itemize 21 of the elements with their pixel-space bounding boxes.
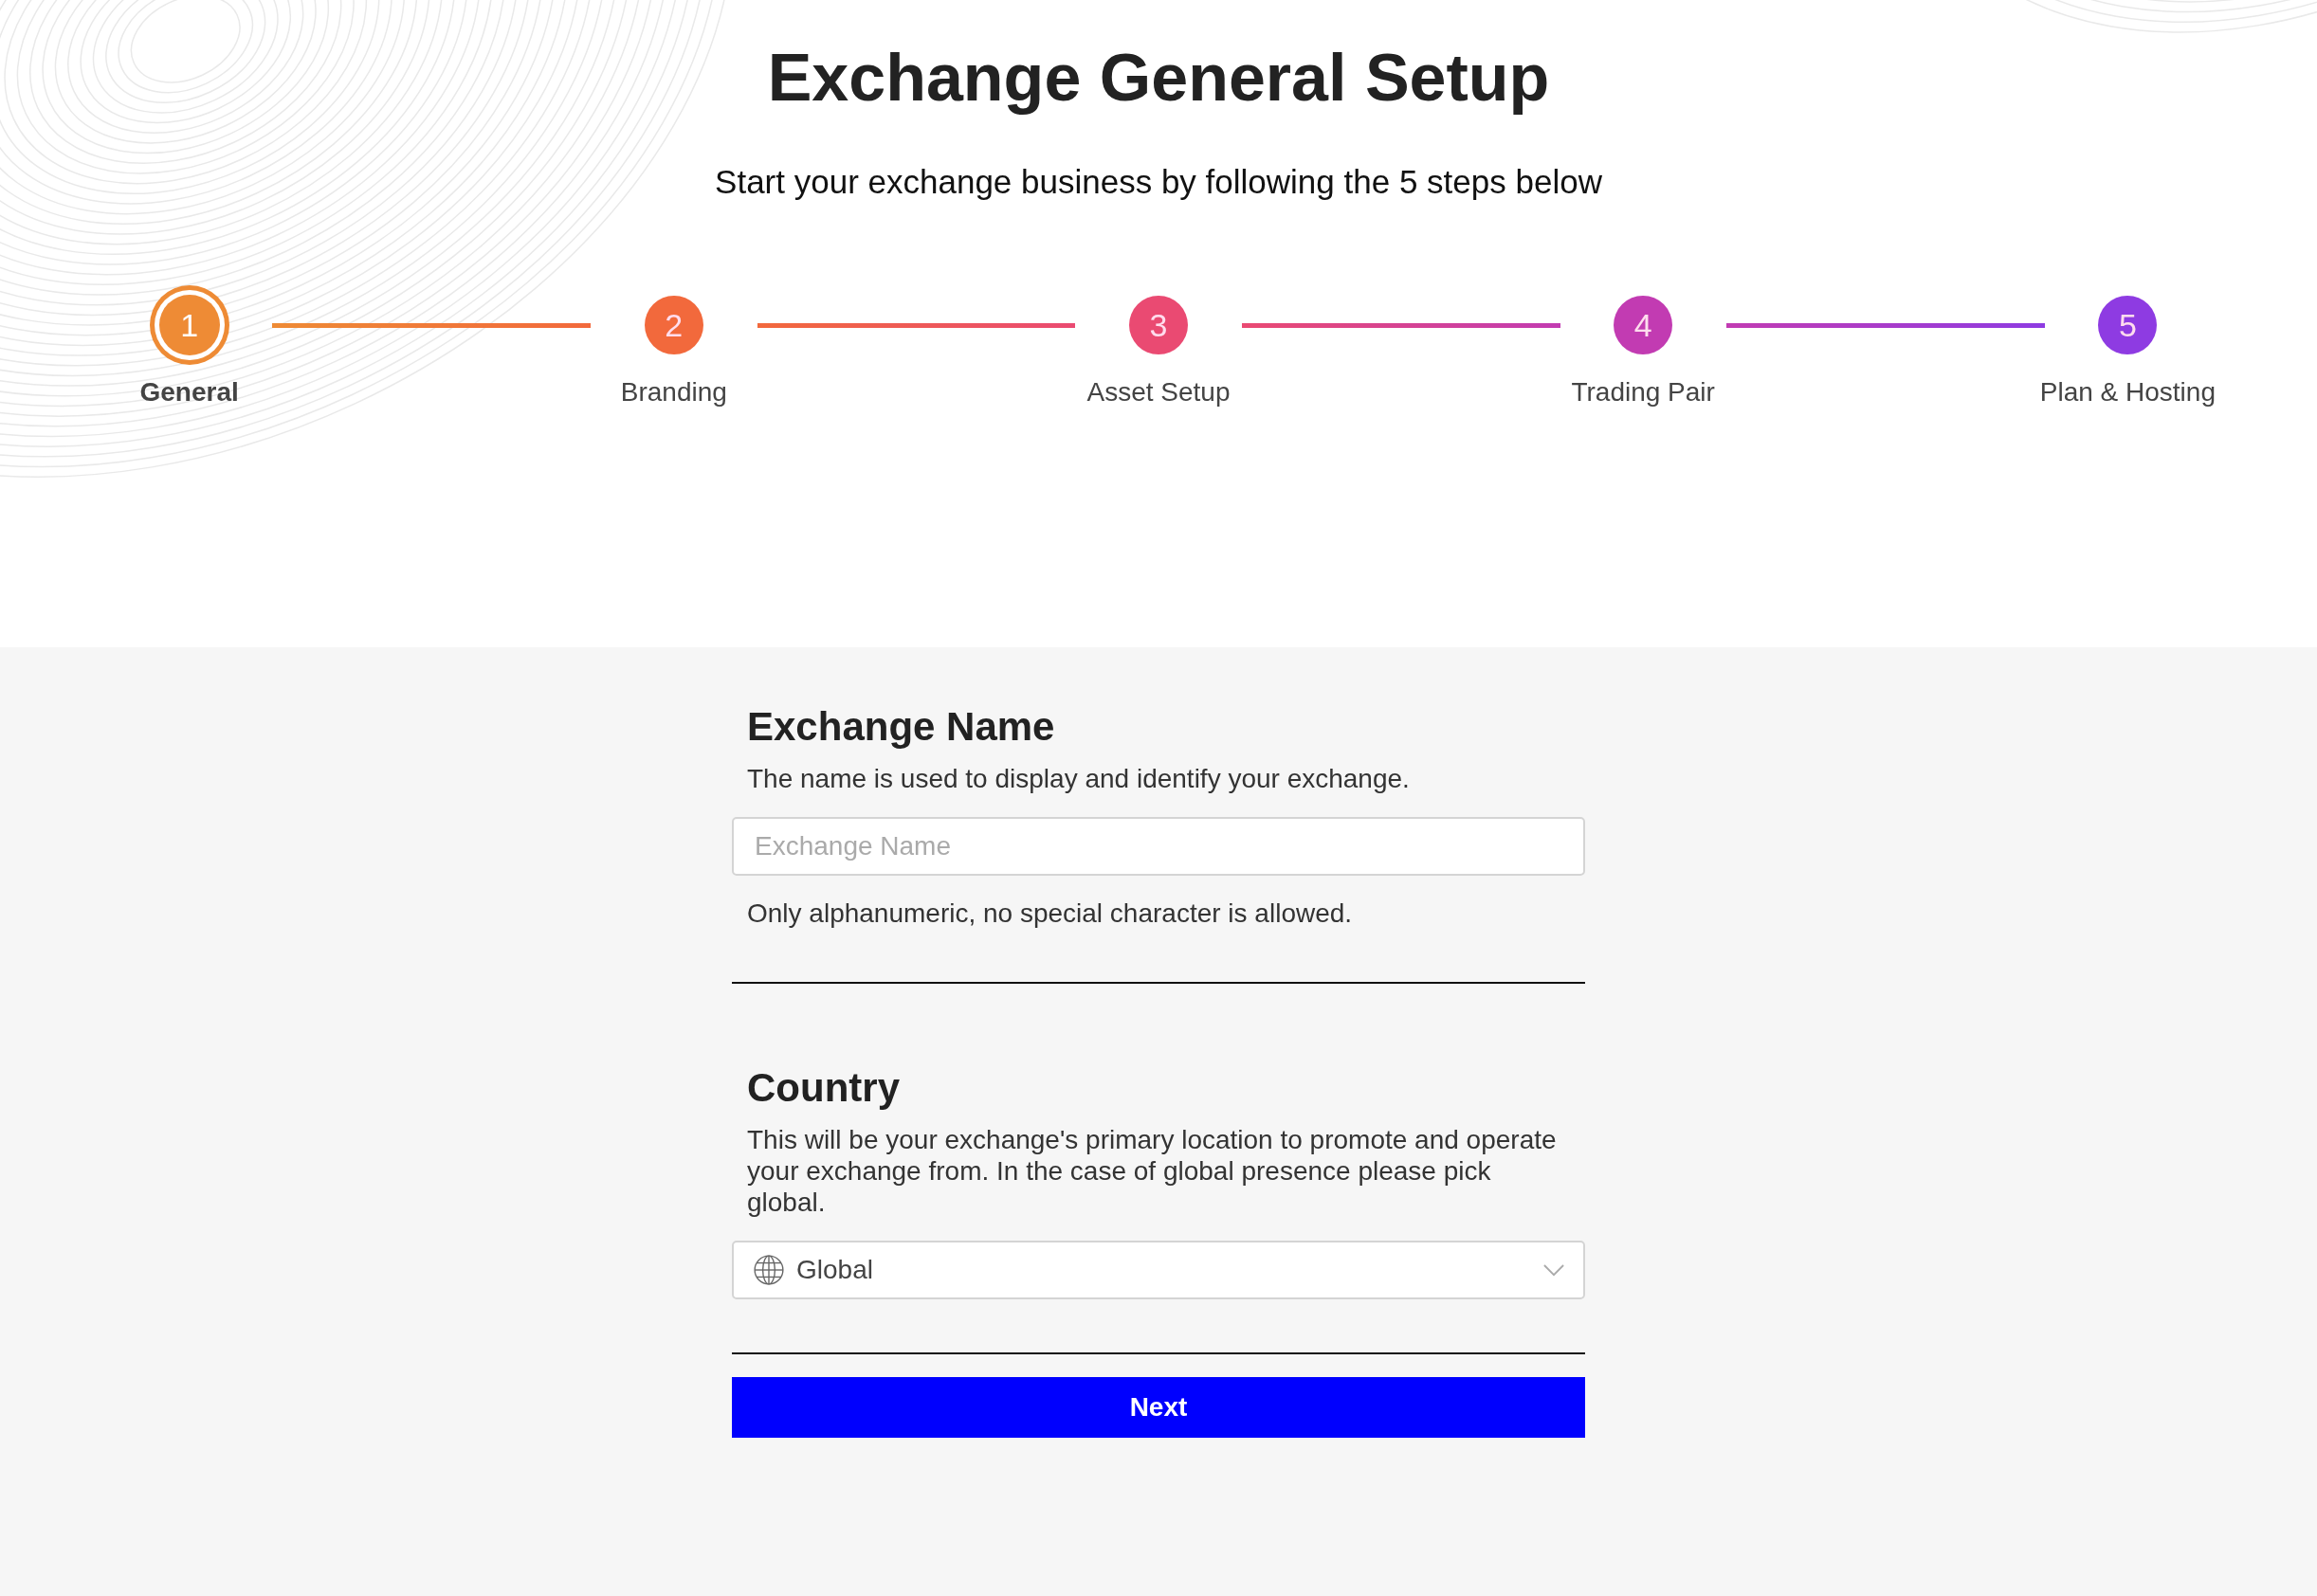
section-description: The name is used to display and identify your exchange. bbox=[747, 763, 1411, 794]
section-description: This will be your exchange's primary location to promote and operate your exchange from. In the case of global presence please pick global. bbox=[747, 1124, 1558, 1218]
section-heading: Country bbox=[747, 1065, 901, 1111]
step-label: Trading Pair bbox=[1571, 377, 1715, 408]
next-button[interactable]: Next bbox=[732, 1377, 1585, 1438]
section-heading: Exchange Name bbox=[747, 704, 1056, 750]
page-title: Exchange General Setup bbox=[767, 40, 1550, 116]
step-label: General bbox=[139, 377, 239, 408]
input-field[interactable]: Exchange Name bbox=[732, 817, 1585, 876]
country-select[interactable]: Global bbox=[732, 1241, 1585, 1299]
step-label: Branding bbox=[620, 377, 727, 408]
chevron-down-icon bbox=[1543, 1263, 1564, 1277]
step-circle[interactable]: 5 bbox=[2098, 296, 2158, 354]
step-label: Plan & Hosting bbox=[2039, 377, 2216, 408]
step-label: Asset Setup bbox=[1086, 377, 1231, 408]
step-circle[interactable]: 3 bbox=[1129, 296, 1188, 354]
globe-icon bbox=[753, 1254, 785, 1286]
field-hint: Only alphanumeric, no special character is allowed. bbox=[747, 898, 1354, 929]
step-circle[interactable]: 4 bbox=[1614, 296, 1673, 354]
page-subtitle: Start your exchange business by following the 5 steps below bbox=[715, 163, 1602, 201]
step-circle[interactable]: 2 bbox=[644, 296, 703, 354]
